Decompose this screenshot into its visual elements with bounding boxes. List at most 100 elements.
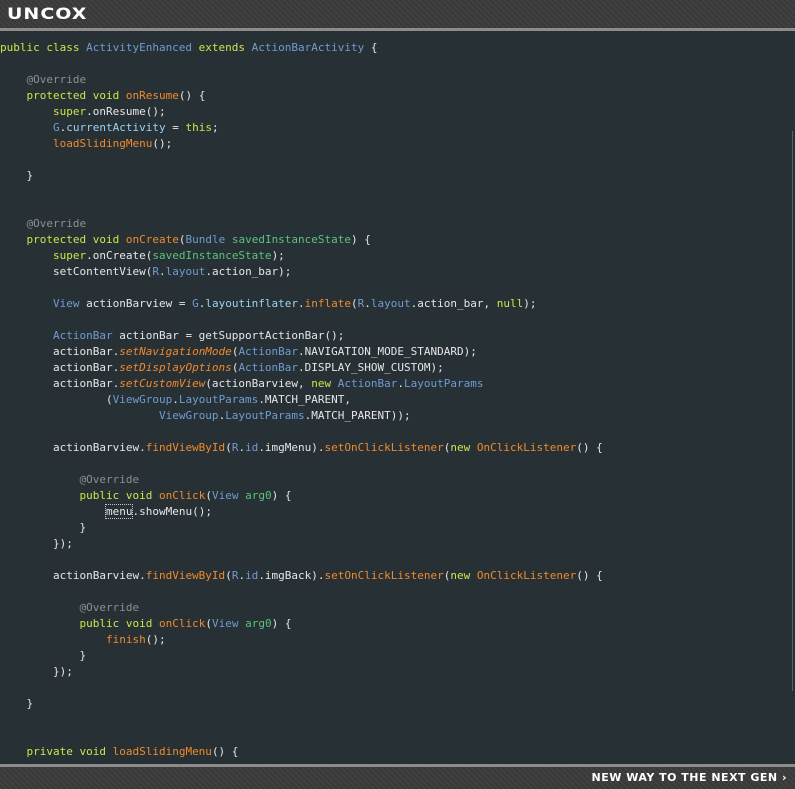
- code-token: actionBar.: [0, 377, 120, 390]
- code-line: actionBar.setDisplayOptions(ActionBar.DI…: [0, 360, 603, 376]
- code-line: protected void onCreate(Bundle savedInst…: [0, 232, 603, 248]
- code-token: ActionBar: [238, 345, 299, 358]
- code-line: });: [0, 536, 603, 552]
- code-line: setContentView(R.layout.action_bar);: [0, 264, 603, 280]
- code-token: public void: [79, 489, 159, 502]
- code-token: actionBar.: [0, 345, 120, 358]
- code-token: actionBar.: [0, 361, 120, 374]
- code-token: public void: [79, 617, 159, 630]
- code-token: G: [52, 121, 60, 134]
- code-token: () {: [576, 441, 603, 454]
- code-token: this: [185, 121, 212, 134]
- code-token: }: [0, 169, 34, 182]
- code-line: (ViewGroup.LayoutParams.MATCH_PARENT,: [0, 392, 603, 408]
- code-token: new: [450, 441, 477, 454]
- code-token: arg0: [245, 489, 272, 502]
- code-line: super.onResume();: [0, 104, 603, 120]
- code-token: layoutinflater: [205, 297, 299, 310]
- code-token: actionBarview =: [79, 297, 193, 310]
- code-line: actionBar.setCustomView(actionBarview, n…: [0, 376, 603, 392]
- code-token: actionBar = getSupportActionBar();: [112, 329, 345, 342]
- code-token: ActivityEnhanced: [86, 41, 193, 54]
- code-token: .NAVIGATION_MODE_STANDARD);: [298, 345, 477, 358]
- code-line: public class ActivityEnhanced extends Ac…: [0, 40, 603, 56]
- code-token: setCustomView: [119, 377, 206, 390]
- code-token: .onResume();: [86, 105, 166, 118]
- code-token: ViewGroup: [112, 393, 173, 406]
- code-token: id: [245, 569, 259, 582]
- code-line: @Override: [0, 472, 603, 488]
- code-token: currentActivity: [66, 121, 166, 134]
- code-token: setOnClickListener: [324, 441, 444, 454]
- code-token: .: [298, 297, 305, 310]
- code-token: OnClickListener: [476, 569, 577, 582]
- code-token: finish: [105, 633, 146, 646]
- code-token: (: [351, 297, 358, 310]
- code-token: onResume: [125, 89, 179, 102]
- code-token: setOnClickListener: [324, 569, 444, 582]
- code-token: {: [364, 41, 378, 54]
- selected-token: menu: [104, 504, 134, 519]
- code-token: .: [364, 297, 371, 310]
- footer-bar: NEW WAY TO THE NEXT GEN ›: [0, 767, 795, 789]
- code-line: actionBarview.findViewById(R.id.imgBack)…: [0, 568, 603, 584]
- code-token: .action_bar);: [205, 265, 292, 278]
- code-token: protected void: [26, 89, 126, 102]
- scrollbar-track[interactable]: [792, 131, 793, 691]
- code-line: finish();: [0, 632, 603, 648]
- code-token: actionBarview.: [0, 569, 146, 582]
- code-editor[interactable]: public class ActivityEnhanced extends Ac…: [0, 31, 795, 764]
- code-token: inflate: [304, 297, 352, 310]
- code-line: actionBar.setNavigationMode(ActionBar.NA…: [0, 344, 603, 360]
- code-token: }: [0, 649, 87, 662]
- code-token: super: [52, 249, 87, 262]
- code-token: onClick: [158, 617, 206, 630]
- code-line: actionBarview.findViewById(R.id.imgMenu)…: [0, 440, 603, 456]
- code-line: @Override: [0, 72, 603, 88]
- code-token: View: [52, 297, 80, 310]
- code-line: @Override: [0, 216, 603, 232]
- code-token: });: [0, 537, 73, 550]
- code-line: ActionBar actionBar = getSupportActionBa…: [0, 328, 603, 344]
- code-line: }: [0, 520, 603, 536]
- footer-tagline-link[interactable]: NEW WAY TO THE NEXT GEN ›: [592, 770, 787, 786]
- site-logo[interactable]: UNCOX: [7, 4, 87, 24]
- code-token: savedInstanceState: [152, 249, 272, 262]
- code-token: layout: [165, 265, 206, 278]
- code-line: public void onClick(View arg0) {: [0, 616, 603, 632]
- code-token: private void: [26, 745, 113, 758]
- code-line: super.onCreate(savedInstanceState);: [0, 248, 603, 264]
- code-token: .imgMenu).: [258, 441, 325, 454]
- code-line: protected void onResume() {: [0, 88, 603, 104]
- code-line: public void onClick(View arg0) {: [0, 488, 603, 504]
- code-token: new: [450, 569, 477, 582]
- code-token: R: [152, 265, 159, 278]
- code-line: }: [0, 696, 603, 712]
- code-token: .action_bar,: [410, 297, 497, 310]
- code-token: null: [496, 297, 524, 310]
- code-lines: public class ActivityEnhanced extends Ac…: [0, 40, 603, 760]
- code-token: loadSlidingMenu: [112, 745, 212, 758]
- code-token: ActionBar: [238, 361, 299, 374]
- code-token: (: [205, 489, 212, 502]
- code-token: }: [0, 697, 34, 710]
- code-token: findViewById: [145, 569, 226, 582]
